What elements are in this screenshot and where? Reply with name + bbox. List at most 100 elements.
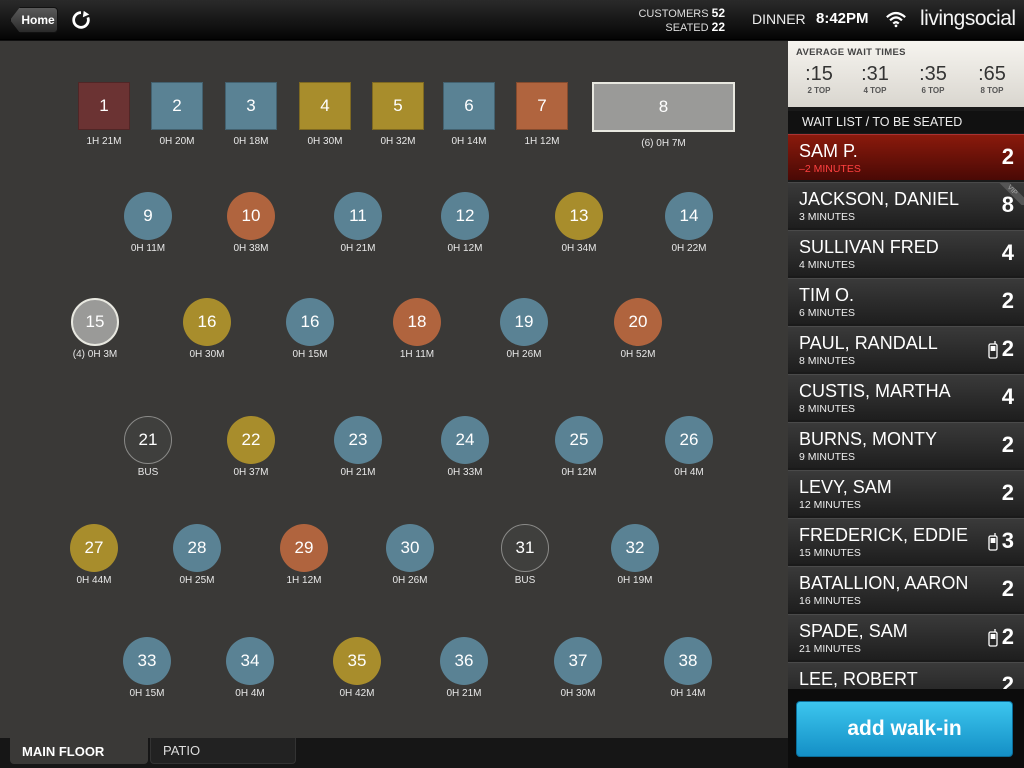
phone-icon	[988, 629, 998, 647]
table-33[interactable]: 33	[123, 637, 171, 685]
tab-patio[interactable]: PATIO	[150, 738, 296, 764]
table-20[interactable]: 20	[614, 298, 662, 346]
wait-time: 21 MINUTES	[799, 643, 861, 655]
table-27[interactable]: 27	[70, 524, 118, 572]
avg-wait-value: :31	[861, 63, 889, 85]
table-time-label: 0H 21M	[340, 467, 376, 478]
waitlist-item[interactable]: SULLIVAN FRED 4 MINUTES 4	[788, 230, 1024, 276]
table-16[interactable]: 16	[286, 298, 334, 346]
table-11[interactable]: 11	[334, 192, 382, 240]
guest-name: BURNS, MONTY	[799, 429, 938, 449]
waitlist-item[interactable]: TIM O. 6 MINUTES 2	[788, 278, 1024, 324]
table-4[interactable]: 4	[299, 82, 351, 130]
table-time-label: 0H 33M	[447, 467, 483, 478]
wifi-icon	[886, 11, 906, 28]
table-18[interactable]: 18	[393, 298, 441, 346]
table-time-label: 0H 21M	[340, 243, 376, 254]
table-time-label: 0H 30M	[189, 349, 225, 360]
avg-wait-caption: 2 TOP	[807, 86, 831, 95]
home-button[interactable]: Home	[10, 7, 58, 33]
table-1[interactable]: 1	[78, 82, 130, 130]
table-2[interactable]: 2	[151, 82, 203, 130]
table-31[interactable]: 31	[501, 524, 549, 572]
table-30[interactable]: 30	[386, 524, 434, 572]
table-time-label: 0H 15M	[129, 688, 165, 699]
table-34[interactable]: 34	[226, 637, 274, 685]
table-26[interactable]: 26	[665, 416, 713, 464]
waitlist-item[interactable]: LEVY, SAM 12 MINUTES 2	[788, 470, 1024, 516]
table-38[interactable]: 38	[664, 637, 712, 685]
customers-count: 52	[711, 6, 725, 20]
tab-main-floor[interactable]: MAIN FLOOR	[10, 738, 148, 764]
table-22[interactable]: 22	[227, 416, 275, 464]
table-3[interactable]: 3	[225, 82, 277, 130]
table-12[interactable]: 12	[441, 192, 489, 240]
table-25[interactable]: 25	[555, 416, 603, 464]
guest-name: TIM O.	[799, 285, 854, 305]
table-14[interactable]: 14	[665, 192, 713, 240]
phone-icon	[988, 341, 998, 359]
wait-time: 8 MINUTES	[799, 355, 856, 367]
waitlist-item[interactable]: PAUL, RANDALL 8 MINUTES 2	[788, 326, 1024, 372]
table-35[interactable]: 35	[333, 637, 381, 685]
table-time-label: 0H 37M	[233, 467, 269, 478]
party-size: 2	[1001, 624, 1014, 649]
table-9[interactable]: 9	[124, 192, 172, 240]
table-10[interactable]: 10	[227, 192, 275, 240]
phone-icon	[988, 533, 998, 551]
wait-panel: AVERAGE WAIT TIMES :15 2 TOP :31 4 TOP :…	[788, 41, 1024, 768]
table-36[interactable]: 36	[440, 637, 488, 685]
waitlist-item[interactable]: FREDERICK, EDDIE 15 MINUTES 3	[788, 518, 1024, 564]
waitlist-item[interactable]: BATALLION, AARON 16 MINUTES 2	[788, 566, 1024, 612]
guest-name: LEE, ROBERT	[799, 669, 918, 689]
table-6[interactable]: 6	[443, 82, 495, 130]
waitlist-item[interactable]: SPADE, SAM 21 MINUTES 2	[788, 614, 1024, 660]
customer-counts: CUSTOMERS 52 SEATED 22	[600, 7, 725, 35]
table-time-label: 0H 11M	[130, 243, 166, 254]
waitlist-item[interactable]: SAM P. –2 MINUTES 2	[788, 134, 1024, 180]
vip-badge: VIP	[994, 183, 1024, 205]
seated-count: 22	[711, 20, 725, 34]
guest-name: SULLIVAN FRED	[799, 237, 939, 257]
table-24[interactable]: 24	[441, 416, 489, 464]
table-19[interactable]: 19	[500, 298, 548, 346]
avg-wait-cell: :15 2 TOP	[791, 63, 847, 95]
table-time-label: 0H 30M	[560, 688, 596, 699]
party-size: 2	[1001, 144, 1014, 169]
table-8[interactable]: 8	[592, 82, 735, 132]
table-5[interactable]: 5	[372, 82, 424, 130]
waitlist: SAM P. –2 MINUTES 2 JACKSON, DANIEL 3 MINUTE…	[788, 134, 1024, 710]
table-15[interactable]: 15	[71, 298, 119, 346]
table-29[interactable]: 29	[280, 524, 328, 572]
avg-wait-cell: :35 6 TOP	[905, 63, 961, 95]
wait-time: 3 MINUTES	[799, 211, 856, 223]
table-time-label: 0H 14M	[670, 688, 706, 699]
table-time-label: 0H 22M	[671, 243, 707, 254]
table-13[interactable]: 13	[555, 192, 603, 240]
service-period: DINNER	[752, 11, 806, 27]
table-23[interactable]: 23	[334, 416, 382, 464]
waitlist-item[interactable]: BURNS, MONTY 9 MINUTES 2	[788, 422, 1024, 468]
waitlist-item[interactable]: JACKSON, DANIEL 3 MINUTES 8 VIP	[788, 182, 1024, 228]
table-7[interactable]: 7	[516, 82, 568, 130]
refresh-icon[interactable]	[70, 9, 92, 31]
table-21[interactable]: 21	[124, 416, 172, 464]
table-time-label: (6) 0H 7M	[641, 138, 686, 149]
table-16[interactable]: 16	[183, 298, 231, 346]
table-time-label: BUS	[137, 467, 159, 478]
waitlist-item[interactable]: CUSTIS, MARTHA 8 MINUTES 4	[788, 374, 1024, 420]
guest-name: SAM P.	[799, 141, 858, 161]
table-time-label: 0H 21M	[446, 688, 482, 699]
add-walk-in-button[interactable]: add walk-in	[796, 701, 1013, 757]
wait-time: 4 MINUTES	[799, 259, 856, 271]
avg-wait-value: :15	[805, 63, 833, 85]
table-37[interactable]: 37	[554, 637, 602, 685]
floor-plan: 1 1H 21M 2 0H 20M 3 0H 18M 4 0H 30M 5 0H 32M 6 0H 1…	[0, 41, 788, 738]
guest-name: JACKSON, DANIEL	[799, 189, 960, 209]
table-32[interactable]: 32	[611, 524, 659, 572]
table-time-label: 0H 12M	[447, 243, 483, 254]
table-28[interactable]: 28	[173, 524, 221, 572]
party-size: 4	[1001, 240, 1014, 265]
table-time-label: 0H 4M	[674, 467, 704, 478]
avg-wait-value: :35	[919, 63, 947, 85]
